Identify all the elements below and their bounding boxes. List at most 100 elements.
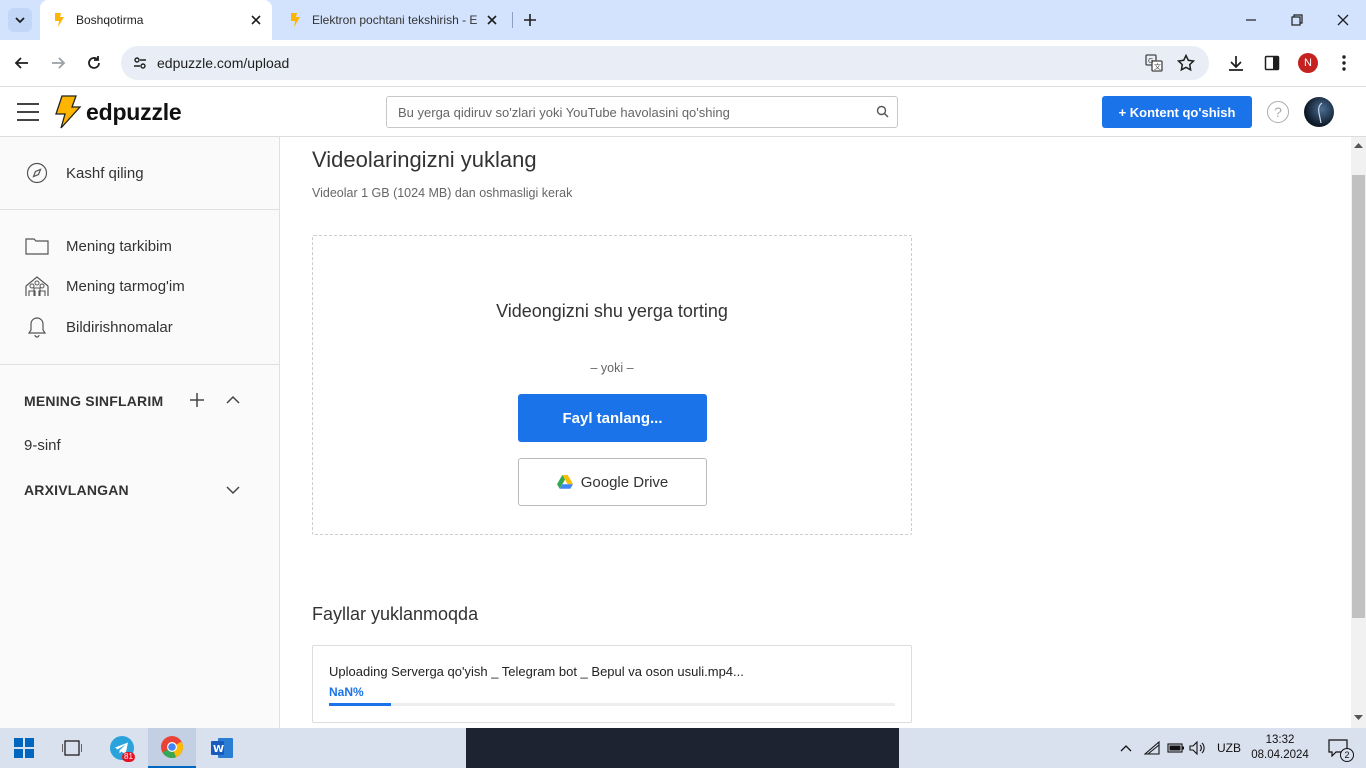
tab-title: Boshqotirma bbox=[76, 13, 144, 27]
windows-icon bbox=[14, 738, 34, 758]
side-panel-button[interactable] bbox=[1256, 47, 1288, 79]
hamburger-menu-button[interactable] bbox=[16, 100, 40, 124]
page-title: Videolaringizni yuklang bbox=[312, 147, 537, 172]
tab-title: Elektron pochtani tekshirish - E bbox=[312, 13, 478, 27]
choose-file-button[interactable]: Fayl tanlang... bbox=[518, 394, 707, 442]
minimize-icon bbox=[1246, 19, 1256, 21]
tab-divider bbox=[512, 12, 513, 28]
class-item[interactable]: 9-sinf bbox=[24, 437, 61, 454]
collapse-classes-button[interactable] bbox=[224, 391, 242, 409]
sidebar-item-notifications[interactable]: Bildirishnomalar bbox=[0, 308, 279, 346]
network-status-button[interactable] bbox=[1142, 728, 1162, 768]
speaker-icon bbox=[1189, 741, 1205, 755]
close-tab-icon[interactable] bbox=[248, 12, 264, 28]
taskbar-preview-area bbox=[466, 728, 899, 768]
clock-date: 08.04.2024 bbox=[1251, 749, 1309, 761]
volume-button[interactable] bbox=[1188, 728, 1208, 768]
bookmark-button[interactable] bbox=[1170, 47, 1202, 79]
notification-count: 2 bbox=[1340, 748, 1354, 762]
browser-menu-button[interactable] bbox=[1328, 47, 1360, 79]
archived-title[interactable]: ARXIVLANGAN bbox=[24, 482, 129, 498]
sidebar-item-explore[interactable]: Kashf qiling bbox=[0, 154, 279, 192]
expand-archived-button[interactable] bbox=[224, 481, 242, 499]
battery-button[interactable] bbox=[1166, 728, 1186, 768]
new-tab-button[interactable] bbox=[518, 8, 542, 32]
back-button[interactable] bbox=[6, 47, 38, 79]
help-button[interactable]: ? bbox=[1267, 101, 1289, 123]
site-info-icon[interactable] bbox=[132, 55, 148, 71]
uploading-title: Fayllar yuklanmoqda bbox=[312, 604, 479, 624]
reload-button[interactable] bbox=[78, 47, 110, 79]
chevron-up-icon bbox=[1120, 745, 1132, 752]
action-center-button[interactable]: 2 bbox=[1318, 728, 1358, 768]
page-subtitle: Videolar 1 GB (1024 MB) dan oshmasligi k… bbox=[312, 186, 573, 200]
scrollbar-thumb[interactable] bbox=[1352, 175, 1365, 618]
clock-time: 13:32 bbox=[1265, 734, 1295, 746]
add-content-label: + Kontent qo'shish bbox=[1118, 104, 1236, 120]
edpuzzle-favicon-icon bbox=[55, 13, 64, 27]
close-icon bbox=[1337, 14, 1349, 26]
telegram-badge: 81 bbox=[122, 752, 135, 762]
browser-tab-strip: Boshqotirma Elektron pochtani tekshirish… bbox=[0, 0, 1366, 40]
clock[interactable]: 13:32 08.04.2024 bbox=[1250, 728, 1310, 768]
star-icon bbox=[1177, 54, 1195, 72]
side-panel-icon bbox=[1264, 55, 1280, 71]
sidebar-item-my-network[interactable]: Mening tarmog'im bbox=[0, 267, 279, 305]
chrome-taskbar-button[interactable] bbox=[148, 728, 196, 768]
choose-file-label: Fayl tanlang... bbox=[562, 409, 663, 427]
sidebar-item-label: Kashf qiling bbox=[66, 164, 144, 182]
wifi-icon bbox=[1144, 741, 1160, 755]
profile-avatar[interactable]: N bbox=[1298, 53, 1318, 73]
battery-icon bbox=[1167, 743, 1184, 753]
user-avatar[interactable] bbox=[1304, 97, 1334, 127]
arrow-right-icon bbox=[52, 57, 66, 69]
google-drive-label: Google Drive bbox=[580, 473, 669, 491]
download-icon bbox=[1229, 56, 1243, 71]
chevron-down-icon bbox=[226, 486, 240, 495]
compass-icon bbox=[24, 160, 50, 186]
add-content-button[interactable]: + Kontent qo'shish bbox=[1102, 96, 1252, 128]
url-text[interactable]: edpuzzle.com/upload bbox=[157, 55, 289, 71]
svg-text:W: W bbox=[213, 744, 224, 755]
telegram-taskbar-button[interactable]: 81 bbox=[98, 728, 146, 768]
plus-icon bbox=[190, 393, 204, 407]
edpuzzle-favicon-icon bbox=[291, 13, 300, 27]
downloads-button[interactable] bbox=[1220, 47, 1252, 79]
restore-icon bbox=[1291, 14, 1303, 26]
menu-icon bbox=[17, 103, 39, 121]
scroll-up-arrow[interactable] bbox=[1353, 141, 1364, 149]
edpuzzle-logo[interactable]: edpuzzle bbox=[54, 94, 184, 130]
sidebar-item-my-content[interactable]: Mening tarkibim bbox=[0, 227, 279, 265]
sidebar-item-label: Bildirishnomalar bbox=[66, 318, 173, 336]
task-view-button[interactable] bbox=[48, 728, 96, 768]
translate-button[interactable]: G文 bbox=[1138, 47, 1170, 79]
arrow-left-icon bbox=[14, 57, 28, 69]
search-icon[interactable] bbox=[876, 105, 889, 118]
google-drive-button[interactable]: Google Drive bbox=[518, 458, 707, 506]
show-hidden-icons-button[interactable] bbox=[1116, 728, 1136, 768]
tab-active[interactable]: Boshqotirma bbox=[40, 0, 272, 40]
logo-text: edpuzzle bbox=[86, 98, 182, 125]
sidebar-item-label: Mening tarkibim bbox=[66, 237, 172, 255]
chrome-icon bbox=[161, 736, 183, 758]
search-box bbox=[386, 96, 898, 128]
close-window-button[interactable] bbox=[1320, 0, 1366, 40]
restore-button[interactable] bbox=[1274, 0, 1320, 40]
sidebar bbox=[0, 137, 280, 728]
start-button[interactable] bbox=[0, 728, 48, 768]
or-text: – yoki – bbox=[590, 361, 634, 375]
sidebar-divider bbox=[0, 364, 279, 365]
upload-card bbox=[312, 645, 912, 723]
tab-search-button[interactable] bbox=[8, 8, 32, 32]
search-input[interactable] bbox=[387, 97, 857, 127]
word-icon: W bbox=[211, 738, 233, 758]
forward-button[interactable] bbox=[42, 47, 74, 79]
scroll-down-arrow[interactable] bbox=[1353, 714, 1364, 722]
word-taskbar-button[interactable]: W bbox=[198, 728, 246, 768]
input-language-button[interactable]: UZB bbox=[1212, 728, 1246, 768]
svg-text:文: 文 bbox=[1154, 62, 1161, 71]
minimize-button[interactable] bbox=[1228, 0, 1274, 40]
tab-inactive[interactable]: Elektron pochtani tekshirish - E bbox=[276, 0, 508, 40]
add-class-button[interactable] bbox=[188, 391, 206, 409]
close-tab-icon[interactable] bbox=[484, 12, 500, 28]
